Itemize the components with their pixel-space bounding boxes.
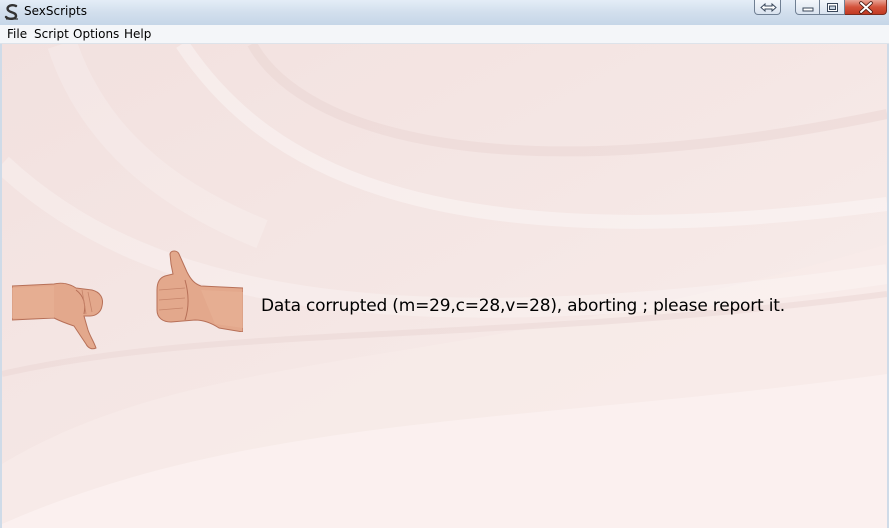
minimize-icon: [802, 7, 814, 12]
snap-button[interactable]: [754, 0, 781, 15]
menu-bar: File Script Options Help: [0, 25, 889, 44]
menu-file[interactable]: File: [5, 27, 29, 41]
error-message: Data corrupted (m=29,c=28,v=28), abortin…: [261, 296, 785, 316]
menu-help[interactable]: Help: [122, 27, 153, 41]
background-swirl: [2, 44, 887, 528]
maximize-button[interactable]: [820, 0, 845, 15]
close-icon: [859, 1, 873, 14]
maximize-icon: [827, 3, 838, 12]
window-title: SexScripts: [24, 4, 87, 18]
app-s-icon: [4, 4, 18, 20]
app-window: SexScripts File Script Options Help Data…: [0, 0, 889, 528]
main-content: Data corrupted (m=29,c=28,v=28), abortin…: [2, 44, 887, 528]
minimize-button[interactable]: [795, 0, 820, 15]
thumbs-down-hand: [12, 282, 103, 350]
title-bar[interactable]: SexScripts: [0, 0, 889, 25]
thumbs-up-hand: [156, 250, 243, 332]
snap-icon: [760, 2, 777, 13]
menu-script[interactable]: Script: [32, 27, 71, 41]
menu-options[interactable]: Options: [71, 27, 121, 41]
close-button[interactable]: [845, 0, 887, 15]
